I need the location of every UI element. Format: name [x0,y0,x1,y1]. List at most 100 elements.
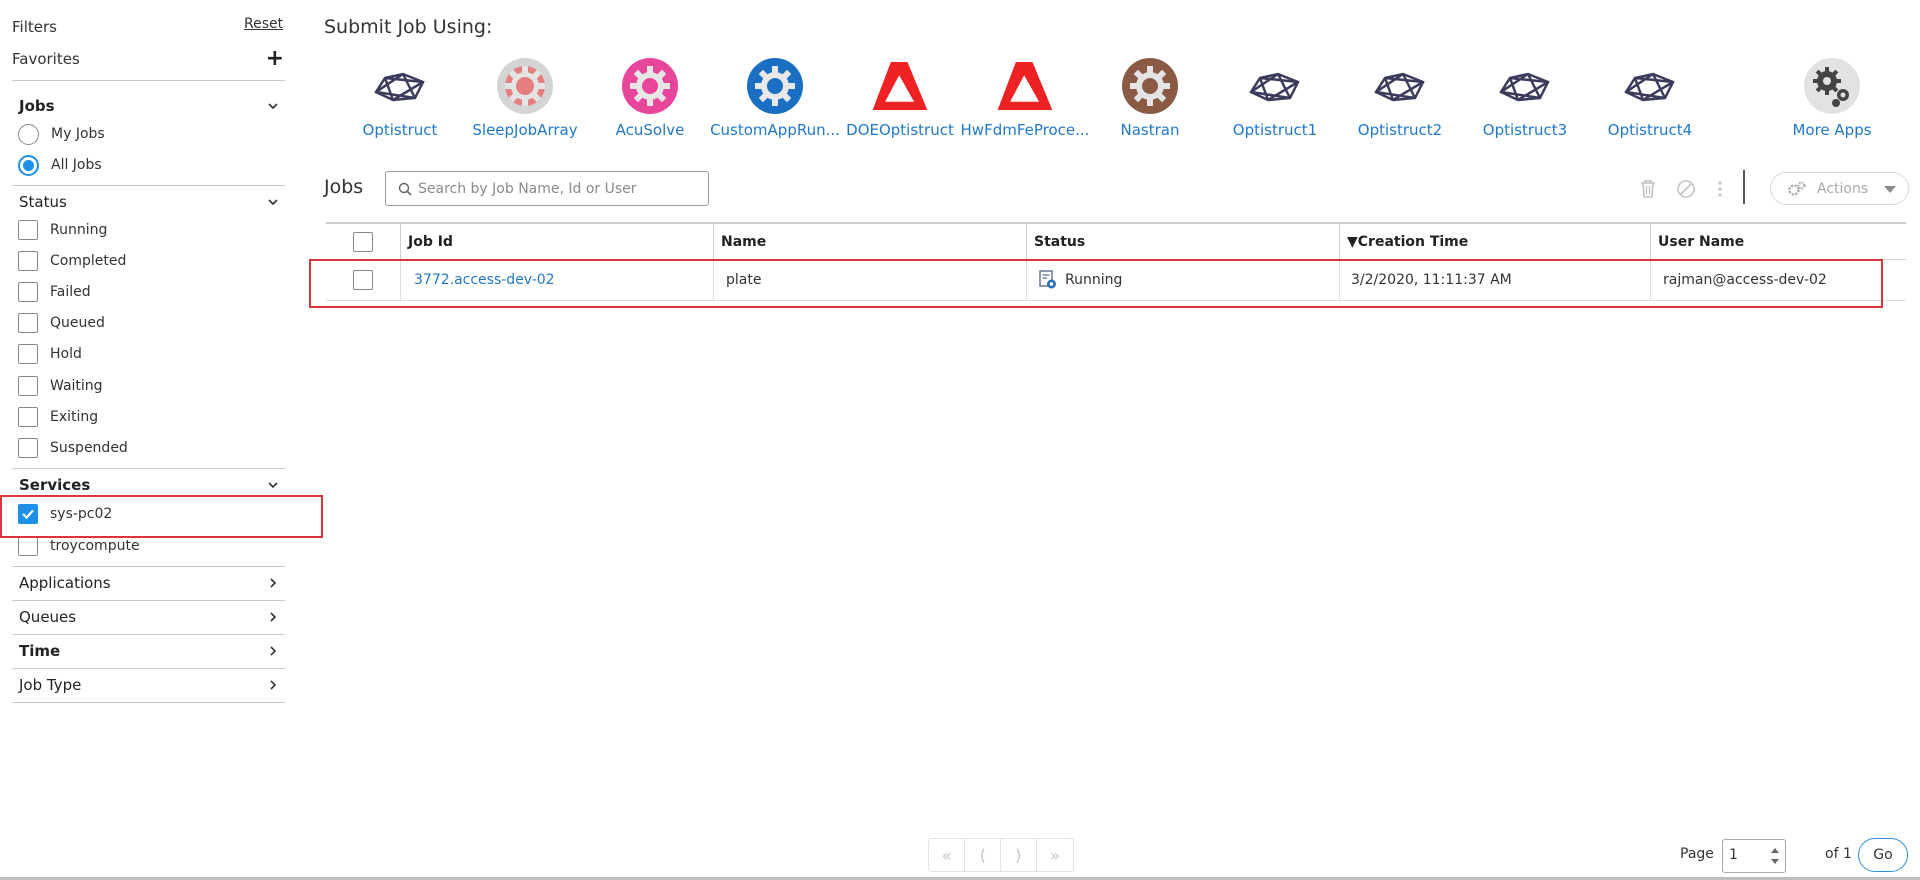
app-optistruct4[interactable]: Optistruct4 [1585,57,1715,139]
go-button[interactable]: Go [1858,838,1908,872]
chevron-right-icon [265,575,281,591]
radio-all-jobs[interactable]: All Jobs [18,153,102,177]
job-type-section-header[interactable]: Job Type [19,676,281,694]
app-label: Optistruct2 [1357,121,1443,139]
altair-logo-icon [996,57,1054,115]
last-page-button[interactable]: » [1037,839,1073,871]
app-nastran[interactable]: Nastran [1085,57,1215,139]
status-option-queued[interactable]: Queued [18,311,105,335]
queues-section-header[interactable]: Queues [19,608,281,626]
app-hwfdmfeproce[interactable]: HwFdmFeProce... [960,57,1090,139]
radio-icon[interactable] [18,123,39,145]
applications-section-header[interactable]: Applications [19,574,281,592]
status-option-completed[interactable]: Completed [18,249,126,273]
app-label: AcuSolve [615,121,685,139]
radio-my-jobs[interactable]: My Jobs [18,122,105,146]
app-doeoptistruct[interactable]: DOEOptistruct [835,57,965,139]
status-option-hold[interactable]: Hold [18,342,82,366]
checkbox[interactable] [18,407,38,427]
checkbox[interactable] [18,313,38,333]
checkbox-label: Failed [50,284,91,300]
checkbox[interactable] [18,282,38,302]
jobs-panel-title: Jobs [324,176,364,198]
favorites-label: Favorites [12,50,80,68]
app-optistruct1[interactable]: Optistruct1 [1210,57,1340,139]
select-all-checkbox[interactable] [353,231,373,252]
next-page-button[interactable]: ⟩ [1001,839,1037,871]
actions-label: Actions [1817,180,1869,197]
plus-icon[interactable]: + [266,46,284,71]
app-label: More Apps [1792,121,1872,139]
column-header-creation-time[interactable]: ▼Creation Time [1339,224,1650,259]
page-number-input[interactable] [1729,840,1769,870]
column-header-job-id[interactable]: Job Id [400,224,713,259]
filters-title: Filters [12,18,57,36]
pagination-controls: « ⟨ ⟩ » [928,838,1074,872]
trash-icon[interactable] [1637,178,1659,200]
section-title: Queues [19,608,77,626]
select-all-header[interactable] [326,224,400,259]
checkbox[interactable] [18,220,38,240]
highlight-box [0,495,323,538]
radio-selected-icon[interactable] [18,154,39,176]
services-section-header[interactable]: Services [19,476,281,494]
app-customapprun[interactable]: CustomAppRun... [710,57,840,139]
checkbox-label: Suspended [50,440,128,456]
filters-sidebar: Filters Reset Favorites + Jobs My Jobs A… [0,0,323,880]
status-option-failed[interactable]: Failed [18,280,91,304]
app-label: CustomAppRun... [710,121,840,139]
app-optistruct2[interactable]: Optistruct2 [1335,57,1465,139]
reset-link[interactable]: Reset [244,16,283,32]
status-option-exiting[interactable]: Exiting [18,405,98,429]
jobs-section-title: Jobs [19,97,55,115]
spinner-arrows-icon[interactable] [1769,844,1781,868]
submit-job-title: Submit Job Using: [324,16,493,38]
search-input[interactable] [418,180,698,197]
toolbar-separator [1743,170,1745,204]
search-icon [398,182,412,196]
app-sleepjobarray[interactable]: SleepJobArray [460,57,590,139]
app-optistruct3[interactable]: Optistruct3 [1460,57,1590,139]
radio-label: My Jobs [51,126,105,142]
gear-icon [496,57,554,115]
page-number-field[interactable] [1722,839,1786,873]
app-label: Nastran [1120,121,1180,139]
app-label: Optistruct4 [1607,121,1693,139]
app-label: DOEOptistruct [846,121,954,139]
caret-down-icon [1884,186,1896,193]
checkbox[interactable] [18,251,38,271]
truss-icon [1621,57,1679,115]
jobs-section-header[interactable]: Jobs [19,97,281,115]
chevron-right-icon [265,609,281,625]
divider [12,185,285,186]
app-label: Optistruct1 [1232,121,1318,139]
column-header-name[interactable]: Name [713,224,1026,259]
time-section-header[interactable]: Time [19,642,281,660]
divider [12,668,285,669]
checkbox[interactable] [18,344,38,364]
actions-dropdown[interactable]: Actions [1770,172,1909,205]
status-option-suspended[interactable]: Suspended [18,436,128,460]
app-acusolve[interactable]: AcuSolve [585,57,715,139]
previous-page-button[interactable]: ⟨ [965,839,1001,871]
app-label: HwFdmFeProce... [960,121,1090,139]
column-header-user-name[interactable]: User Name [1650,224,1906,259]
first-page-button[interactable]: « [929,839,965,871]
checkbox[interactable] [18,536,38,556]
checkbox[interactable] [18,438,38,458]
cancel-icon[interactable] [1675,178,1697,200]
divider [12,702,285,703]
truss-icon [1496,57,1554,115]
checkbox[interactable] [18,376,38,396]
status-option-waiting[interactable]: Waiting [18,374,103,398]
column-header-status[interactable]: Status [1026,224,1339,259]
checkbox-label: troycompute [50,538,140,554]
app-optistruct[interactable]: Optistruct [335,57,465,139]
altair-logo-icon [871,57,929,115]
more-apps-button[interactable]: More Apps [1767,57,1897,139]
status-option-running[interactable]: Running [18,218,107,242]
checkbox-label: Queued [50,315,105,331]
status-section-header[interactable]: Status [19,193,281,211]
search-box[interactable] [385,171,709,206]
more-vertical-icon[interactable] [1709,178,1731,200]
